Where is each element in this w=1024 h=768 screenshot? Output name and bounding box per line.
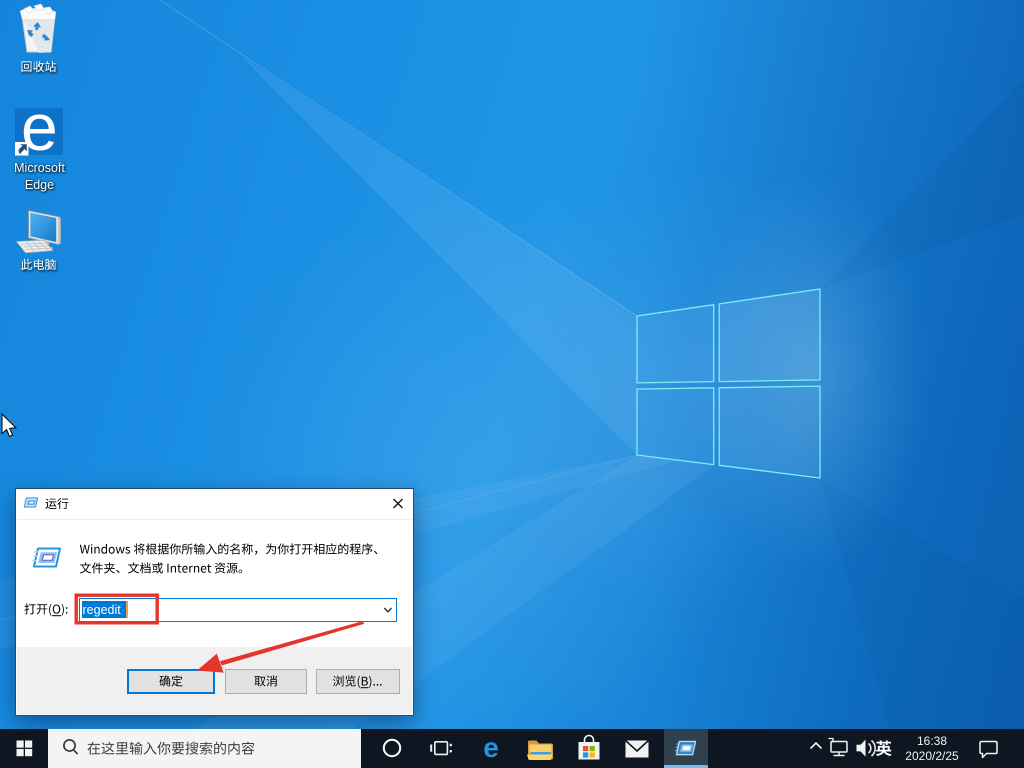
svg-text:e: e — [483, 732, 499, 763]
svg-text:regedit: regedit — [83, 603, 122, 617]
